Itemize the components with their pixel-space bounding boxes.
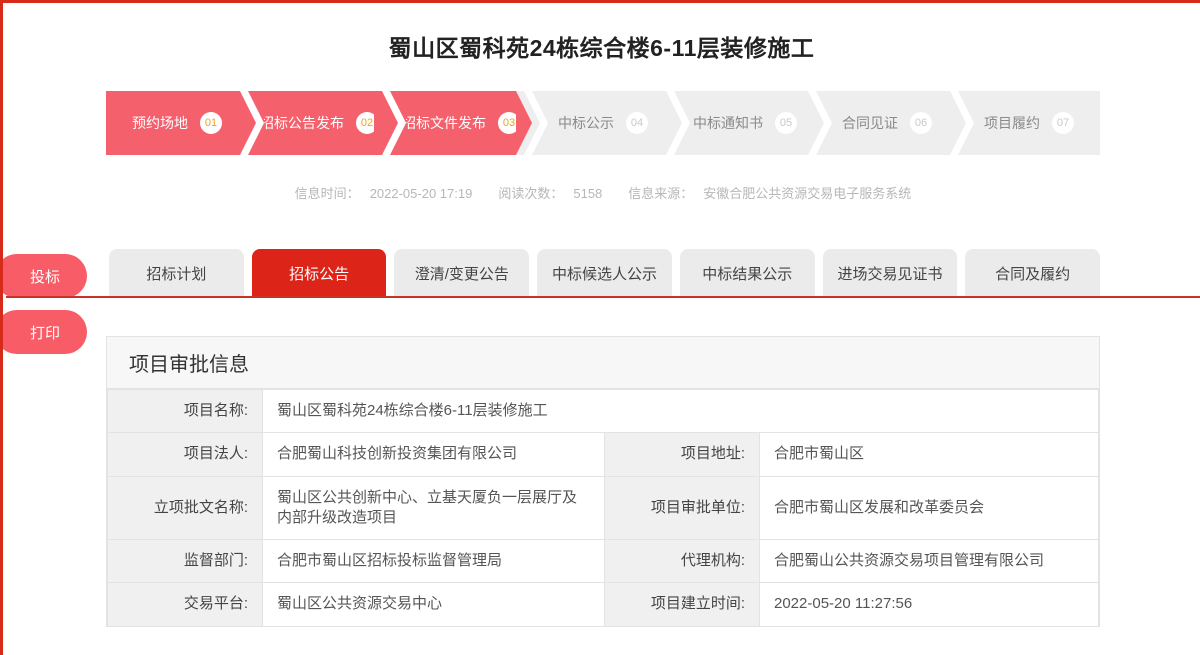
tab-7[interactable]: 合同及履约 (965, 249, 1100, 297)
step-2[interactable]: 招标公告发布 02 (248, 91, 390, 155)
tab-label: 中标结果公示 (702, 263, 792, 284)
step-label: 中标公示 (558, 113, 614, 133)
step-number-badge: 07 (1052, 112, 1074, 134)
approval-info-table: 项目名称:蜀山区蜀科苑24栋综合楼6-11层装修施工项目法人:合肥蜀山科技创新投… (107, 389, 1099, 627)
info-source-value: 安徽合肥公共资源交易电子服务系统 (703, 186, 911, 201)
page-root: 蜀山区蜀科苑24栋综合楼6-11层装修施工 预约场地 01 招标公告发布 02 招标文件… (0, 0, 1200, 655)
tab-1[interactable]: 招标计划 (109, 249, 244, 297)
step-number-badge: 05 (775, 112, 797, 134)
table-row: 项目名称:蜀山区蜀科苑24栋综合楼6-11层装修施工 (108, 390, 1099, 433)
view-count-label: 阅读次数： (498, 186, 563, 201)
row-value: 合肥市蜀山区发展和改革委员会 (760, 476, 1099, 540)
bid-button-label: 投标 (30, 266, 60, 287)
row-value: 蜀山区蜀科苑24栋综合楼6-11层装修施工 (263, 390, 1099, 433)
print-button-label: 打印 (30, 322, 60, 343)
step-label: 预约场地 (132, 113, 188, 133)
row-value: 蜀山区公共创新中心、立基天厦负一层展厅及内部升级改造项目 (263, 476, 605, 540)
info-time-label: 信息时间： (295, 186, 360, 201)
tab-label: 进场交易见证书 (837, 263, 942, 284)
step-5[interactable]: 中标通知书 05 (674, 91, 816, 155)
step-1[interactable]: 预约场地 01 (106, 91, 248, 155)
step-number-badge: 01 (200, 112, 222, 134)
row-label: 监督部门: (108, 540, 263, 583)
step-label: 招标文件发布 (402, 113, 486, 133)
tab-label: 招标公告 (289, 263, 349, 284)
view-count-value: 5158 (573, 186, 602, 201)
card-heading: 项目审批信息 (107, 337, 1099, 389)
info-source-label: 信息来源： (628, 186, 693, 201)
row-label: 项目名称: (108, 390, 263, 433)
tab-3[interactable]: 澄清/变更公告 (394, 249, 529, 297)
tab-label: 合同及履约 (995, 263, 1070, 284)
row-value: 蜀山区公共资源交易中心 (263, 583, 605, 626)
row-value: 合肥市蜀山区招标投标监督管理局 (263, 540, 605, 583)
step-3[interactable]: 招标文件发布 03 (390, 91, 532, 155)
page-title: 蜀山区蜀科苑24栋综合楼6-11层装修施工 (3, 3, 1200, 63)
row-label: 项目法人: (108, 433, 263, 476)
tab-underline (6, 296, 1200, 298)
step-number-badge: 03 (498, 112, 520, 134)
step-label: 中标通知书 (693, 113, 763, 133)
tab-bar: 招标计划 招标公告 澄清/变更公告 中标候选人公示 中标结果公示 进场交易见证书 合同及履约 (109, 249, 1100, 297)
bid-button[interactable]: 投标 (0, 254, 87, 298)
table-row: 项目法人:合肥蜀山科技创新投资集团有限公司项目地址:合肥市蜀山区 (108, 433, 1099, 476)
tab-5[interactable]: 中标结果公示 (680, 249, 815, 297)
process-steps: 预约场地 01 招标公告发布 02 招标文件发布 03 中标公示 04 中标通知书 05 合同见证 0… (106, 91, 1100, 155)
row-label: 项目审批单位: (605, 476, 760, 540)
tab-2[interactable]: 招标公告 (252, 249, 387, 297)
print-button[interactable]: 打印 (0, 310, 87, 354)
tab-label: 澄清/变更公告 (415, 263, 509, 284)
row-value: 合肥蜀山科技创新投资集团有限公司 (263, 433, 605, 476)
table-row: 立项批文名称:蜀山区公共创新中心、立基天厦负一层展厅及内部升级改造项目项目审批单… (108, 476, 1099, 540)
row-label: 交易平台: (108, 583, 263, 626)
tab-4[interactable]: 中标候选人公示 (537, 249, 672, 297)
row-label: 项目地址: (605, 433, 760, 476)
row-label: 立项批文名称: (108, 476, 263, 540)
row-value: 合肥蜀山公共资源交易项目管理有限公司 (760, 540, 1099, 583)
approval-info-card: 项目审批信息 项目名称:蜀山区蜀科苑24栋综合楼6-11层装修施工项目法人:合肥… (106, 336, 1100, 627)
row-label: 代理机构: (605, 540, 760, 583)
step-7[interactable]: 项目履约 07 (958, 91, 1100, 155)
tab-label: 中标候选人公示 (552, 263, 657, 284)
row-value: 合肥市蜀山区 (760, 433, 1099, 476)
meta-info-line: 信息时间： 2022-05-20 17:19 阅读次数： 5158 信息来源： 安徽合肥公… (106, 183, 1100, 202)
step-4[interactable]: 中标公示 04 (532, 91, 674, 155)
info-time-value: 2022-05-20 17:19 (370, 186, 473, 201)
table-row: 监督部门:合肥市蜀山区招标投标监督管理局代理机构:合肥蜀山公共资源交易项目管理有… (108, 540, 1099, 583)
row-label: 项目建立时间: (605, 583, 760, 626)
table-row: 交易平台:蜀山区公共资源交易中心项目建立时间:2022-05-20 11:27:… (108, 583, 1099, 626)
tab-6[interactable]: 进场交易见证书 (823, 249, 958, 297)
row-value: 2022-05-20 11:27:56 (760, 583, 1099, 626)
step-6[interactable]: 合同见证 06 (816, 91, 958, 155)
step-label: 招标公告发布 (260, 113, 344, 133)
step-number-badge: 04 (626, 112, 648, 134)
step-number-badge: 02 (356, 112, 378, 134)
step-number-badge: 06 (910, 112, 932, 134)
step-label: 项目履约 (984, 113, 1040, 133)
tab-label: 招标计划 (146, 263, 206, 284)
step-label: 合同见证 (842, 113, 898, 133)
